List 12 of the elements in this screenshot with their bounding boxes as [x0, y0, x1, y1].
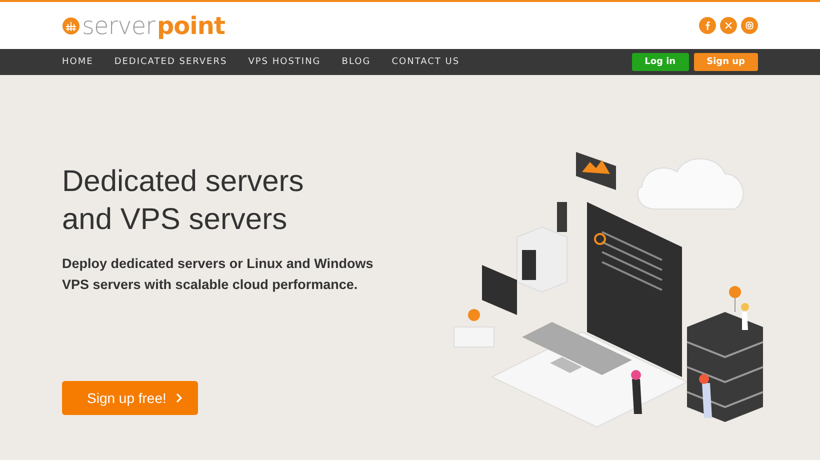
hero-title: Dedicated servers and VPS servers	[62, 164, 305, 238]
nav-link[interactable]: HOME	[62, 57, 94, 67]
nav-link[interactable]: BLOG	[342, 57, 371, 67]
x-icon[interactable]	[720, 17, 737, 34]
facebook-icon[interactable]	[699, 17, 716, 34]
chevron-icon	[176, 393, 182, 403]
nav-link[interactable]: DEDICATED SERVERS	[114, 57, 228, 67]
instagram-icon[interactable]	[741, 17, 758, 34]
nav-link[interactable]: CONTACT US	[392, 57, 460, 67]
hero-subtitle: Deploy dedicated servers or Linux and Windows VPS servers with scalable cloud performance.	[62, 255, 374, 294]
logo-globe-icon	[62, 16, 80, 34]
nav-link[interactable]: VPS HOSTING	[248, 57, 321, 67]
